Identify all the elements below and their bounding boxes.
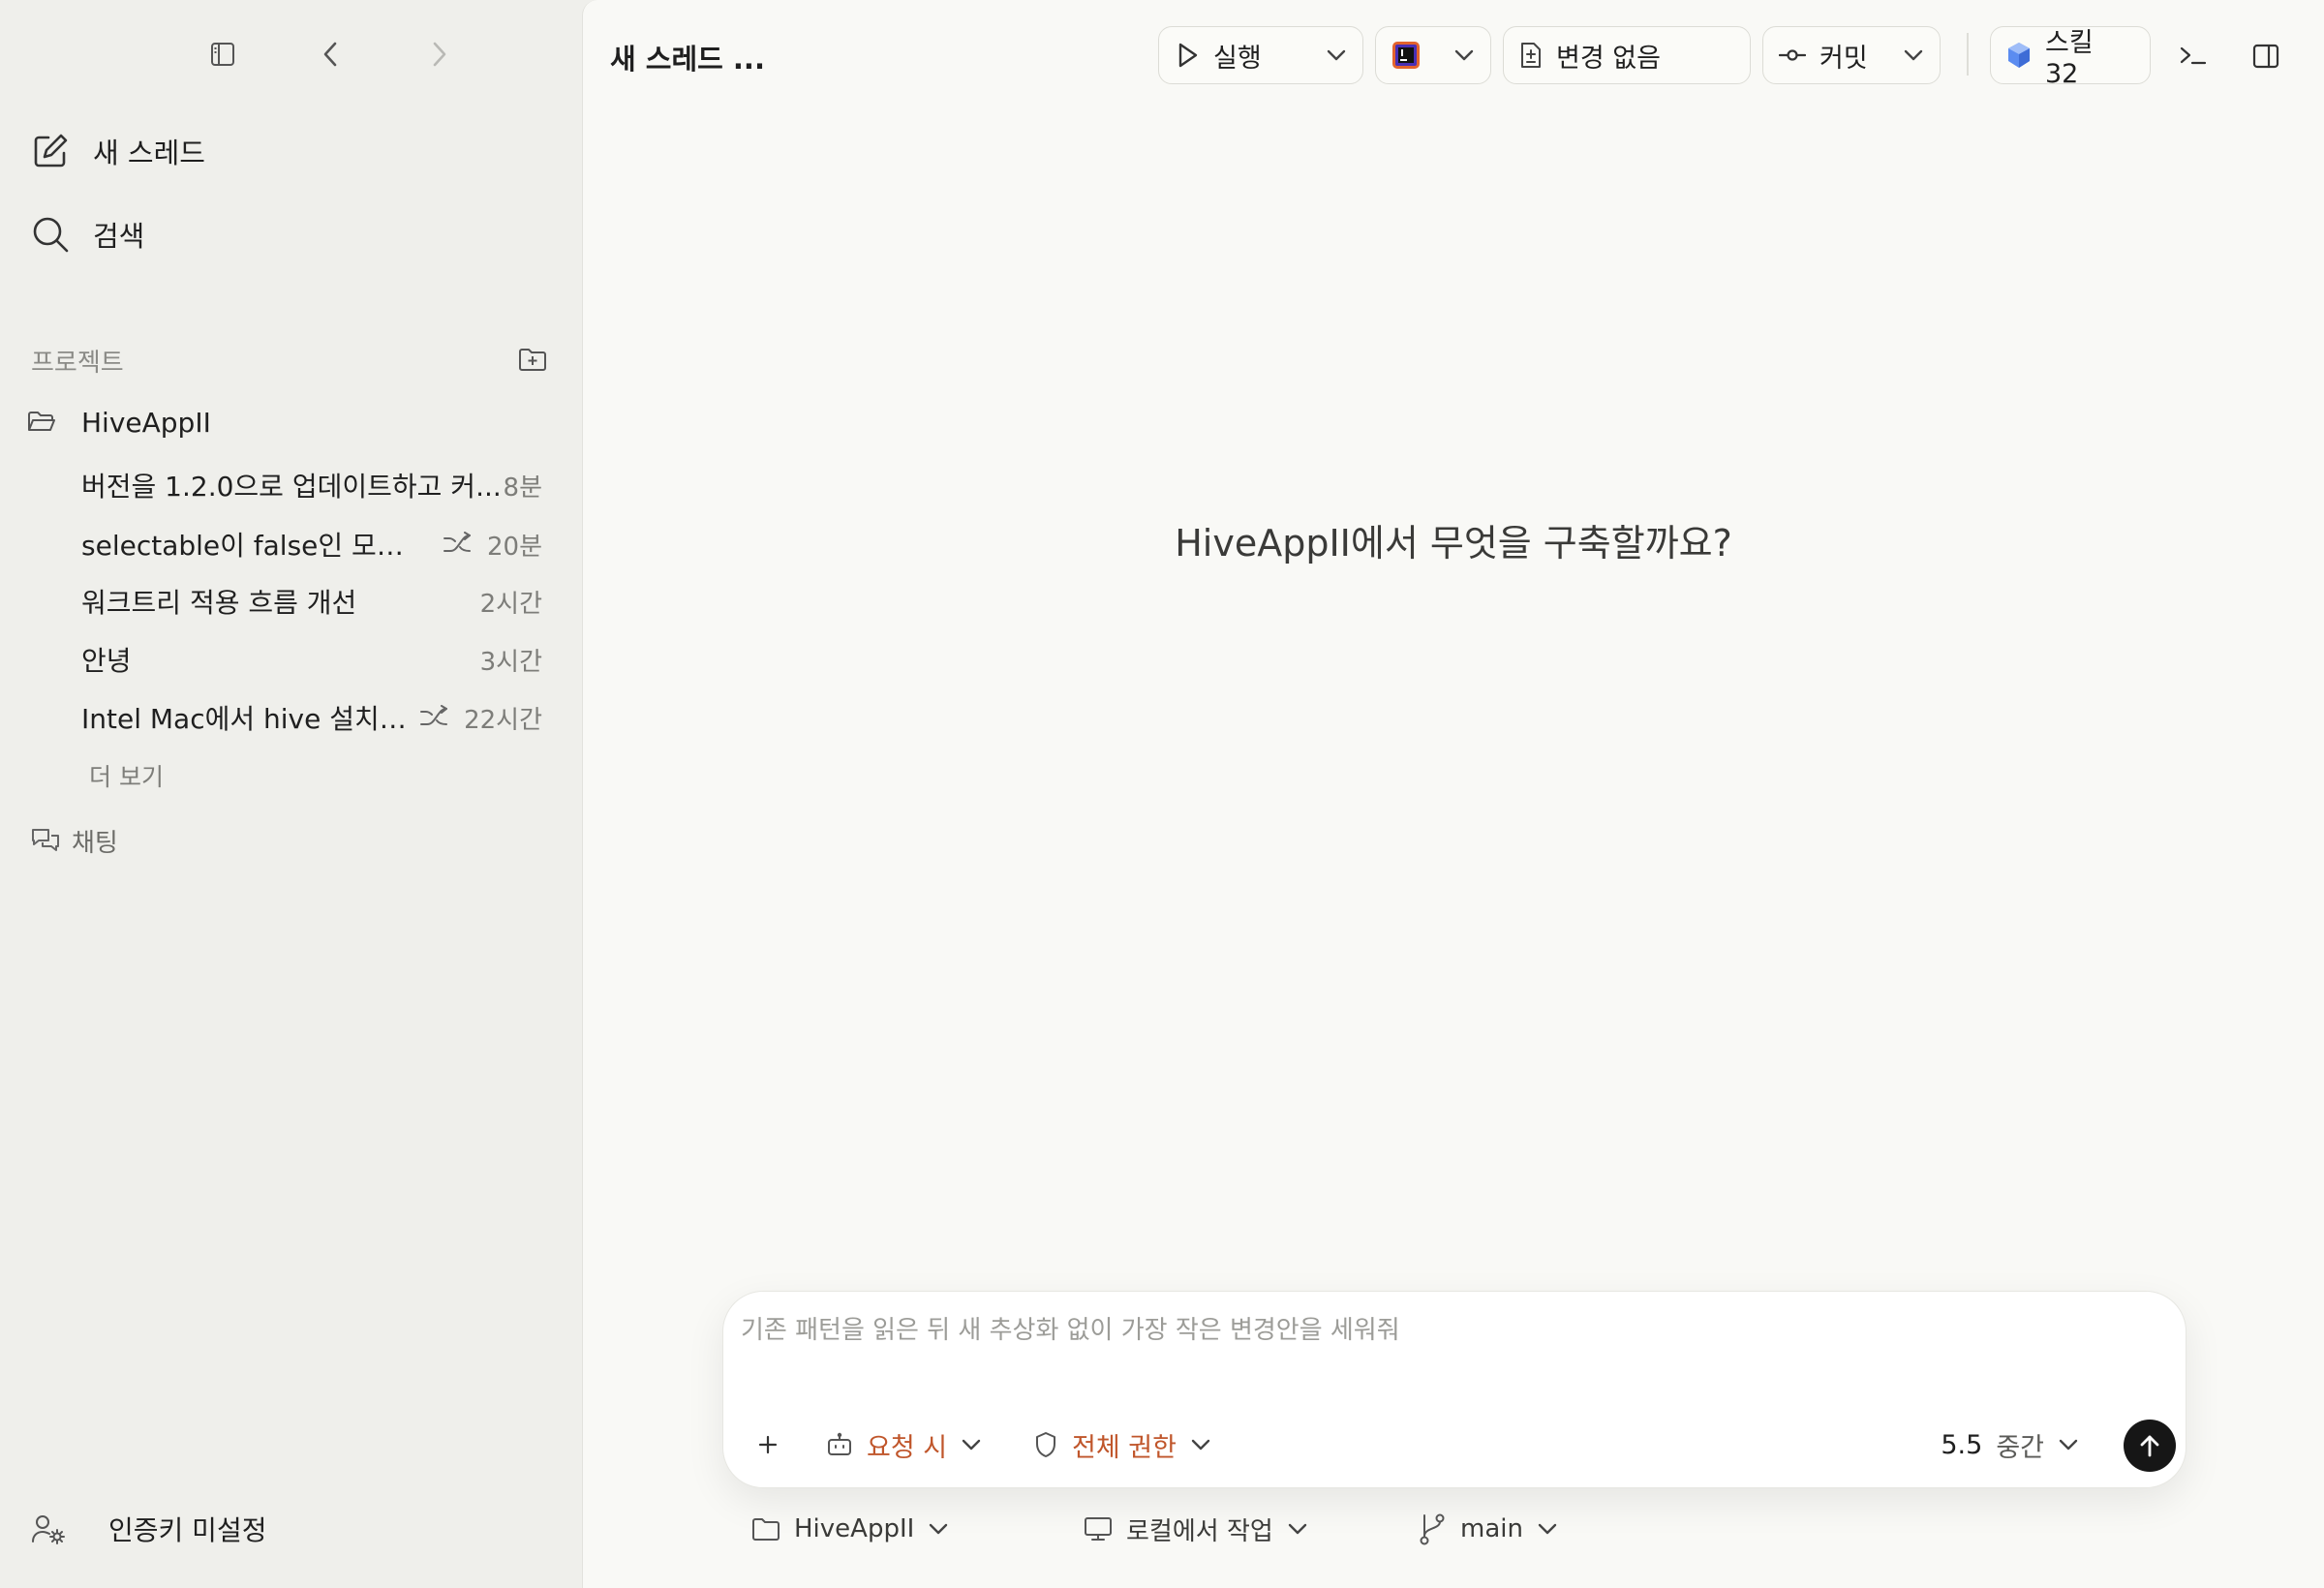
toolbar-divider bbox=[1967, 33, 1969, 76]
thread-time: 3시간 bbox=[479, 647, 542, 677]
chevron-down-icon[interactable] bbox=[1326, 48, 1347, 62]
environment-selector[interactable]: 로컬에서 작업 bbox=[1084, 1508, 1308, 1550]
permission-dropdown[interactable]: 전체 권한 bbox=[1033, 1423, 1211, 1466]
project-selector[interactable]: HiveAppII bbox=[751, 1508, 949, 1550]
new-thread-label: 새 스레드 bbox=[93, 137, 205, 169]
arrow-up-icon bbox=[2138, 1433, 2161, 1458]
project-item-hiveappii[interactable]: HiveAppII bbox=[27, 402, 211, 443]
chevron-down-icon bbox=[961, 1438, 982, 1451]
thread-title: 버전을 1.2.0으로 업데이트하고 커... bbox=[81, 471, 502, 503]
add-folder-icon[interactable] bbox=[513, 343, 552, 376]
chevron-down-icon bbox=[1537, 1522, 1558, 1536]
thread-title: selectable이 false인 모델... bbox=[81, 530, 411, 562]
sidebar-toggle-icon[interactable] bbox=[205, 37, 240, 72]
thread-item[interactable]: 안녕 3시간 bbox=[81, 637, 542, 682]
thread-item[interactable]: selectable이 false인 모델... 20분 bbox=[81, 522, 542, 566]
shield-icon bbox=[1033, 1430, 1058, 1459]
chat-nav-item[interactable]: 채팅 bbox=[31, 821, 118, 860]
folder-open-icon bbox=[27, 410, 56, 435]
chevron-down-icon bbox=[2058, 1438, 2079, 1451]
robot-icon bbox=[826, 1432, 853, 1457]
new-thread-button[interactable]: 새 스레드 bbox=[31, 127, 205, 175]
commit-icon bbox=[1779, 47, 1806, 63]
ide-app-icon bbox=[1391, 41, 1421, 70]
send-button[interactable] bbox=[2124, 1420, 2176, 1472]
prompt-input[interactable] bbox=[741, 1309, 2096, 1352]
skills-label: 스킬 32 bbox=[2045, 28, 2094, 89]
run-label: 실행 bbox=[1213, 43, 1262, 74]
run-button[interactable]: 실행 bbox=[1158, 26, 1363, 84]
permission-label: 전체 권한 bbox=[1072, 1432, 1177, 1463]
main-panel: 새 스레드 ... 실행 변경 없음 커밋 스킬 32 HiveAppII에서 … bbox=[582, 0, 2324, 1588]
skill-cube-icon bbox=[2006, 41, 2032, 70]
thread-title: Intel Mac에서 hive 설치 후... bbox=[81, 703, 411, 735]
thread-title: 워크트리 적용 흐름 개선 bbox=[81, 587, 357, 619]
changes-button[interactable]: 변경 없음 bbox=[1503, 26, 1751, 84]
auth-label: 인증키 미설정 bbox=[108, 1514, 267, 1546]
chevron-down-icon[interactable] bbox=[1903, 48, 1924, 62]
branch-icon bbox=[443, 532, 472, 557]
open-in-ide-button[interactable] bbox=[1375, 26, 1491, 84]
chevron-down-icon bbox=[1190, 1438, 1211, 1451]
thread-item[interactable]: Intel Mac에서 hive 설치 후... 22시간 bbox=[81, 695, 542, 740]
plus-icon[interactable] bbox=[750, 1427, 785, 1462]
thread-time: 8분 bbox=[503, 473, 542, 503]
play-icon bbox=[1175, 42, 1200, 69]
skills-button[interactable]: 스킬 32 bbox=[1990, 26, 2151, 89]
branch-icon bbox=[419, 705, 448, 730]
composer: 요청 시 전체 권한 5.5 중간 bbox=[722, 1291, 2186, 1488]
thread-title-header: 새 스레드 ... bbox=[610, 43, 765, 76]
chevron-down-icon[interactable] bbox=[1453, 48, 1475, 62]
project-selector-label: HiveAppII bbox=[794, 1514, 915, 1543]
search-button[interactable]: 검색 bbox=[31, 210, 144, 259]
thread-item[interactable]: 버전을 1.2.0으로 업데이트하고 커... 8분 bbox=[81, 463, 542, 507]
back-icon[interactable] bbox=[314, 37, 349, 72]
show-more-link[interactable]: 더 보기 bbox=[89, 758, 164, 793]
folder-icon bbox=[751, 1516, 780, 1542]
approval-mode-dropdown[interactable]: 요청 시 bbox=[826, 1423, 982, 1466]
search-label: 검색 bbox=[93, 220, 145, 253]
projects-section-label: 프로젝트 bbox=[31, 349, 124, 378]
model-dropdown[interactable]: 5.5 중간 bbox=[1941, 1423, 2079, 1466]
chat-label: 채팅 bbox=[72, 828, 118, 858]
chat-icon bbox=[31, 827, 60, 854]
sidebar: 새 스레드 검색 프로젝트 HiveAppII 버전을 1.2.0으로 업데이트… bbox=[0, 0, 582, 1588]
thread-item[interactable]: 워크트리 적용 흐름 개선 2시간 bbox=[81, 579, 542, 624]
chevron-down-icon bbox=[928, 1522, 949, 1536]
thread-time: 20분 bbox=[486, 532, 542, 562]
panel-toggle-icon[interactable] bbox=[2245, 35, 2287, 77]
hero-prompt: HiveAppII에서 무엇을 구축할까요? bbox=[1175, 522, 1732, 565]
forward-icon[interactable] bbox=[421, 37, 456, 72]
environment-label: 로컬에서 작업 bbox=[1126, 1516, 1273, 1546]
monitor-icon bbox=[1084, 1515, 1113, 1542]
commit-button[interactable]: 커밋 bbox=[1762, 26, 1941, 84]
model-version: 5.5 bbox=[1941, 1429, 1983, 1460]
branch-label: main bbox=[1460, 1514, 1523, 1543]
thread-title: 안녕 bbox=[81, 645, 132, 677]
edit-icon bbox=[31, 132, 70, 170]
terminal-icon[interactable] bbox=[2172, 35, 2215, 77]
changes-label: 변경 없음 bbox=[1556, 43, 1661, 74]
search-icon bbox=[31, 215, 70, 254]
project-name: HiveAppII bbox=[81, 406, 211, 439]
auth-settings-button[interactable]: 인증키 미설정 bbox=[31, 1508, 266, 1550]
chevron-down-icon bbox=[1287, 1522, 1308, 1536]
file-diff-icon bbox=[1519, 41, 1543, 70]
thread-time: 22시간 bbox=[464, 705, 542, 735]
approval-mode-label: 요청 시 bbox=[867, 1432, 948, 1463]
git-branch-icon bbox=[1418, 1512, 1447, 1545]
commit-label: 커밋 bbox=[1819, 43, 1868, 74]
reasoning-level: 중간 bbox=[1996, 1432, 2044, 1463]
thread-time: 2시간 bbox=[479, 589, 542, 619]
branch-selector[interactable]: main bbox=[1418, 1508, 1558, 1550]
user-settings-icon bbox=[31, 1513, 66, 1544]
